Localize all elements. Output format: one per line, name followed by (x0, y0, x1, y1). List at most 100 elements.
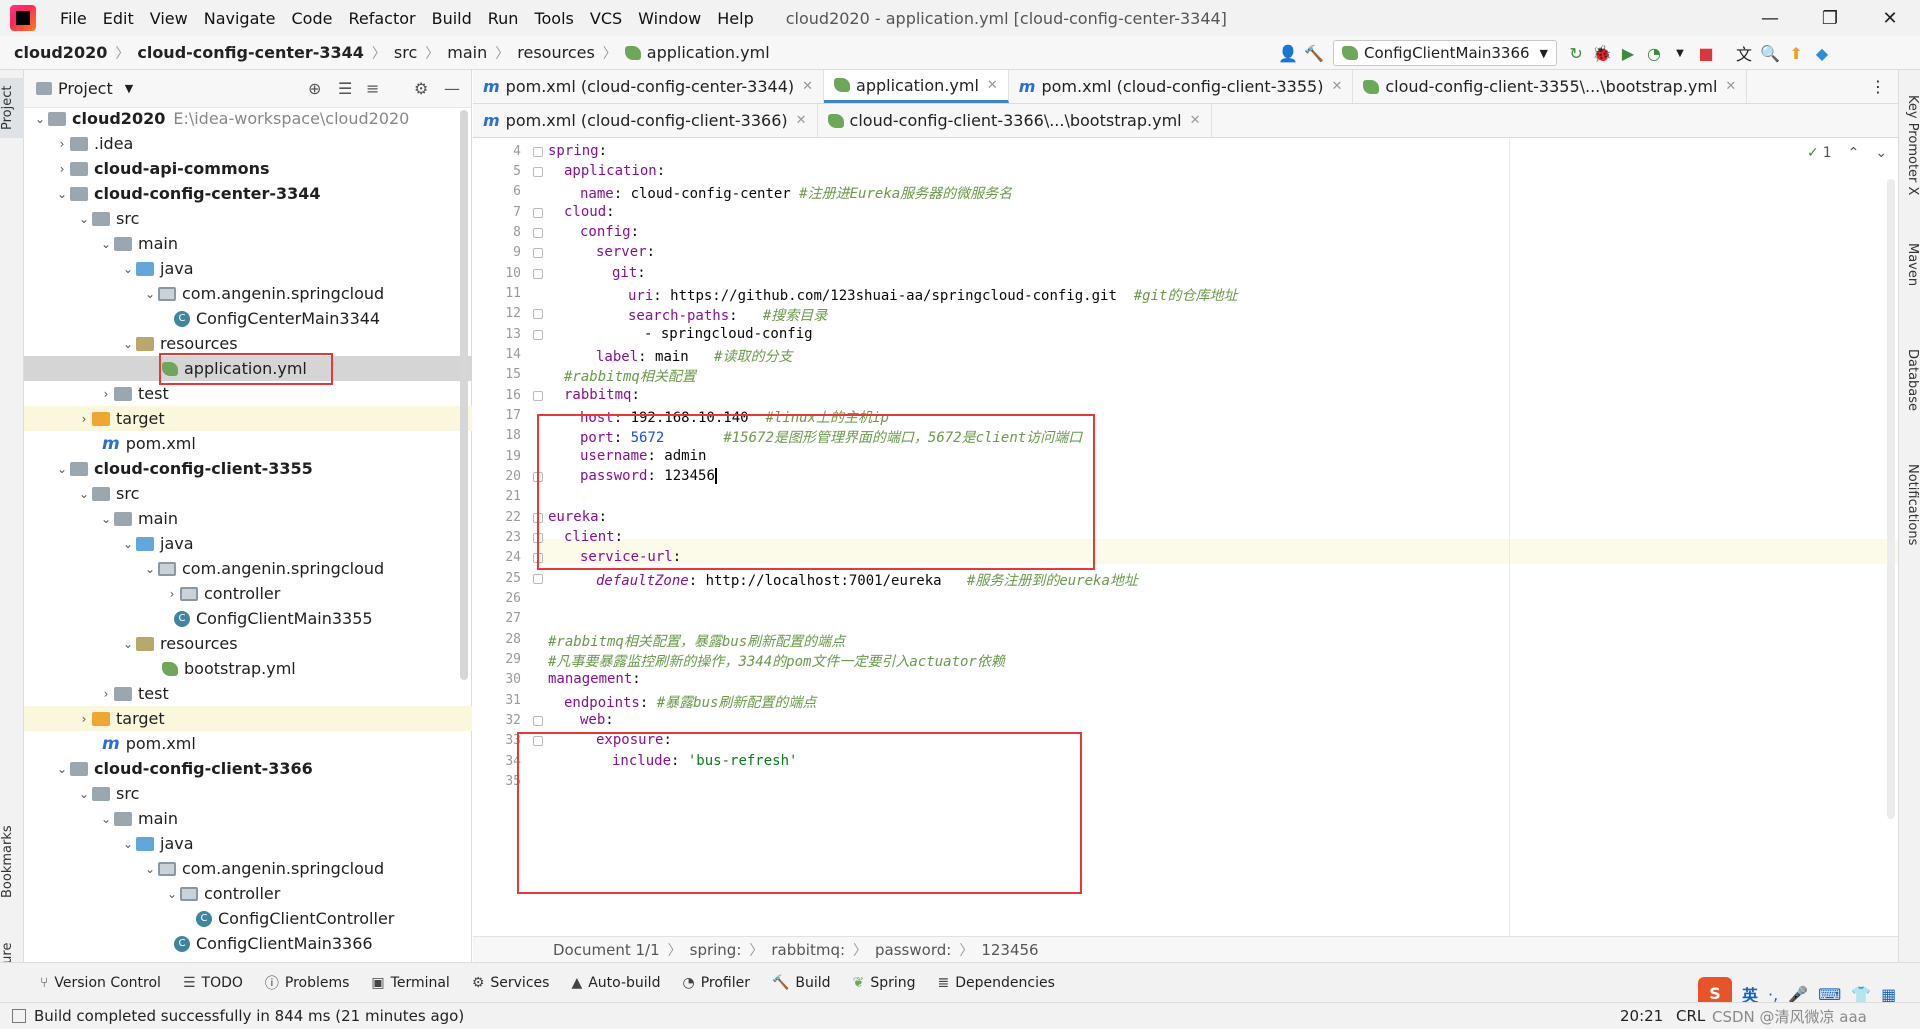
scrollbar[interactable] (460, 110, 468, 680)
editor-scrollbar[interactable] (1887, 179, 1895, 819)
tree-item-java[interactable]: ⌄ java (24, 531, 472, 556)
panel-toggle-icon[interactable] (12, 1009, 26, 1023)
breadcrumb-password[interactable]: password: (875, 941, 951, 959)
tree-item-class[interactable]: C ConfigCenterMain3344 (24, 306, 472, 331)
fold-marker-icon[interactable] (533, 391, 543, 401)
close-icon[interactable]: ✕ (987, 78, 998, 93)
tree-item-api-commons[interactable]: › cloud-api-commons (24, 156, 472, 181)
tab-bootstrap-3355[interactable]: cloud-config-client-3355\...\bootstrap.y… (1353, 70, 1748, 103)
more-tabs-icon[interactable]: ⋮ (1858, 70, 1898, 103)
line-separator[interactable]: CRL (1676, 1007, 1705, 1025)
close-icon[interactable]: ✕ (796, 113, 807, 128)
chevron-down-icon[interactable]: ⌄ (1875, 145, 1887, 161)
tab-pom-client-3366[interactable]: m pom.xml (cloud-config-client-3366) ✕ (473, 104, 818, 137)
tree-item-main[interactable]: ⌄ main (24, 231, 472, 256)
fold-marker-icon[interactable] (533, 269, 543, 279)
tree-item-test[interactable]: › test (24, 381, 472, 406)
menu-run[interactable]: Run (480, 9, 527, 28)
tree-item-target[interactable]: › target (24, 406, 472, 431)
tree-item-client-3366[interactable]: ⌄ cloud-config-client-3366 (24, 756, 472, 781)
notifications-tab[interactable]: Notifications (1900, 450, 1920, 560)
tree-item-center-3344[interactable]: ⌄ cloud-config-center-3344 (24, 181, 472, 206)
profile-icon[interactable]: ◔ (1641, 40, 1667, 66)
keyboard-icon[interactable]: ⌨ (1818, 985, 1841, 1004)
menu-view[interactable]: View (142, 9, 196, 28)
close-icon[interactable]: ✕ (1331, 79, 1342, 94)
punctuation-icon[interactable]: ·, (1768, 985, 1778, 1004)
fold-marker-icon[interactable] (533, 574, 543, 584)
more-run-icon[interactable]: ▼ (1667, 40, 1693, 66)
tree-item-class[interactable]: C ConfigClientController (24, 906, 472, 931)
code-editor[interactable]: ✓ 1 ⌃ ⌄ 4 5 6 7 8 9 10 11 12 13 14 15 16 … (473, 139, 1898, 936)
fold-marker-icon[interactable] (533, 330, 543, 340)
tree-item-idea[interactable]: › .idea (24, 131, 472, 156)
coverage-icon[interactable]: ▶ (1615, 40, 1641, 66)
menu-window[interactable]: Window (630, 9, 709, 28)
tree-item-client-3355[interactable]: ⌄ cloud-config-client-3355 (24, 456, 472, 481)
tree-item-class[interactable]: C ConfigClientMain3355 (24, 606, 472, 631)
fold-marker-icon[interactable] (533, 228, 543, 238)
tree-item-controller[interactable]: › controller (24, 581, 472, 606)
tree-item-pom[interactable]: m pom.xml (24, 431, 472, 456)
menu-build[interactable]: Build (424, 9, 480, 28)
tree-item-package[interactable]: ⌄ com.angenin.springcloud (24, 856, 472, 881)
tree-item-java[interactable]: ⌄ java (24, 831, 472, 856)
tree-item-java[interactable]: ⌄ java (24, 256, 472, 281)
tree-item-main[interactable]: ⌄ main (24, 506, 472, 531)
breadcrumb-module[interactable]: cloud-config-center-3344 (137, 43, 364, 62)
tree-item-package[interactable]: ⌄ com.angenin.springcloud (24, 556, 472, 581)
tab-pom-center[interactable]: m pom.xml (cloud-config-center-3344) ✕ (473, 70, 825, 103)
build-button[interactable]: 🔨 Build (772, 975, 831, 991)
restore-button[interactable]: ❐ (1800, 0, 1860, 36)
tree-item-src[interactable]: ⌄ src (24, 206, 472, 231)
bookmarks-tool-tab[interactable]: Bookmarks (0, 822, 24, 902)
todo-button[interactable]: ☰ TODO (183, 975, 243, 991)
problems-button[interactable]: ⓘ Problems (265, 973, 350, 993)
breadcrumb-resources[interactable]: resources (517, 43, 595, 62)
inspection-widget[interactable]: ✓ 1 ⌃ ⌄ (1807, 145, 1887, 161)
tree-item-package[interactable]: ⌄ com.angenin.springcloud (24, 281, 472, 306)
tree-item-bootstrap-yml[interactable]: bootstrap.yml (24, 656, 472, 681)
fold-marker-icon[interactable] (533, 147, 543, 157)
menu-file[interactable]: File (52, 9, 95, 28)
shirt-icon[interactable]: 👕 (1851, 985, 1871, 1004)
microphone-icon[interactable]: 🎤 (1788, 985, 1808, 1004)
document-indicator[interactable]: Document 1/1 (553, 941, 660, 959)
hide-panel-icon[interactable]: — (444, 79, 460, 98)
menu-refactor[interactable]: Refactor (340, 9, 423, 28)
breadcrumb-project[interactable]: cloud2020 (14, 43, 107, 62)
search-icon[interactable]: 🔍 (1757, 40, 1783, 66)
breadcrumb-value[interactable]: 123456 (981, 941, 1038, 959)
dependencies-button[interactable]: ≣ Dependencies (938, 975, 1055, 991)
fold-marker-icon[interactable] (533, 716, 543, 726)
tree-item-controller[interactable]: ⌄ controller (24, 881, 472, 906)
tree-item-src[interactable]: ⌄ src (24, 481, 472, 506)
close-icon[interactable]: ✕ (1725, 79, 1736, 94)
close-window-button[interactable]: ✕ (1860, 0, 1920, 36)
terminal-button[interactable]: ▣ Terminal (371, 975, 449, 991)
grid-icon[interactable]: ▦ (1881, 985, 1896, 1004)
breadcrumb-rabbitmq[interactable]: rabbitmq: (771, 941, 845, 959)
fold-marker-icon[interactable] (533, 208, 543, 218)
user-icon[interactable]: 👤 (1275, 40, 1301, 66)
key-promoter-tab[interactable]: Key Promoter X (1900, 90, 1920, 200)
tree-item-src[interactable]: ⌄ src (24, 781, 472, 806)
translate-icon[interactable]: 文 (1731, 40, 1757, 66)
plugin-icon[interactable]: ◆ (1809, 40, 1835, 66)
tree-item-resources[interactable]: ⌄ resources (24, 631, 472, 656)
tree-item-class[interactable]: C ConfigClientMain3366 (24, 931, 472, 956)
project-panel-title[interactable]: Project (58, 79, 113, 98)
fold-marker-icon[interactable] (533, 248, 543, 258)
tab-bootstrap-3366[interactable]: cloud-config-client-3366\...\bootstrap.y… (818, 104, 1212, 137)
spring-button[interactable]: ❦ Spring (853, 975, 916, 991)
caret-position[interactable]: 20:21 (1620, 1007, 1663, 1025)
chevron-down-icon[interactable]: ▼ (125, 82, 133, 95)
build-hammer-icon[interactable]: 🔨 (1301, 40, 1327, 66)
tab-application-yml[interactable]: application.yml ✕ (824, 70, 1009, 103)
close-icon[interactable]: ✕ (802, 79, 813, 94)
fold-marker-icon[interactable] (533, 167, 543, 177)
database-tab[interactable]: Database (1900, 340, 1920, 420)
close-icon[interactable]: ✕ (1190, 113, 1201, 128)
gear-icon[interactable]: ⚙ (414, 79, 428, 98)
rerun-icon[interactable]: ↻ (1563, 40, 1589, 66)
